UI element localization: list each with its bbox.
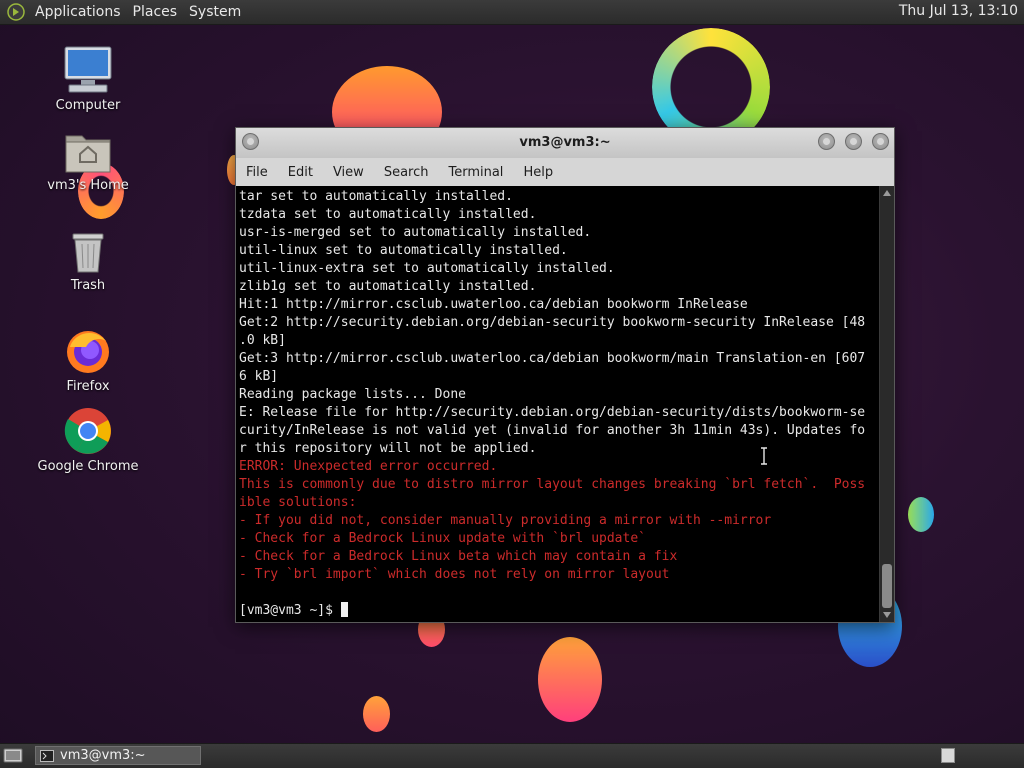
terminal-window: vm3@vm3:~ File Edit View Search Terminal… [235,127,895,623]
scroll-down-arrow-icon[interactable] [883,612,891,618]
close-button[interactable] [872,133,889,150]
desktop-icon-trash[interactable]: Trash [33,228,143,293]
terminal-output-line: usr-is-merged set to automatically insta… [239,225,592,240]
bottom-panel: vm3@vm3:~ [0,743,1024,768]
menu-help[interactable]: Help [513,165,563,180]
window-menubar: File Edit View Search Terminal Help [236,158,894,187]
scroll-thumb[interactable] [882,564,892,608]
desktop-icon-home[interactable]: vm3's Home [33,128,143,193]
terminal-error-line: - Try `brl import` which does not rely o… [239,567,670,582]
terminal-error-line: ERROR: Unexpected error occurred. [239,459,498,474]
desktop-icon-label: Trash [70,278,106,293]
terminal-error-line: - If you did not, consider manually prov… [239,513,772,528]
computer-icon [64,46,112,93]
terminal-error-line: - Check for a Bedrock Linux beta which m… [239,549,678,564]
menu-search[interactable]: Search [374,165,439,180]
menu-terminal[interactable]: Terminal [438,165,513,180]
terminal-output[interactable]: tar set to automatically installed. tzdat… [236,186,879,622]
wallpaper-blue-blob-small [908,497,934,532]
trash-icon [72,233,104,273]
desktop-icon-firefox[interactable]: Firefox [33,327,143,394]
maximize-button[interactable] [845,133,862,150]
terminal-output-line: util-linux set to automatically installe… [239,243,568,258]
taskbar-button-terminal[interactable]: vm3@vm3:~ [35,746,201,765]
shell-prompt: [vm3@vm3 ~]$ [239,603,341,618]
menu-view[interactable]: View [323,165,374,180]
taskbar-button-label: vm3@vm3:~ [60,748,146,763]
show-desktop-icon[interactable] [3,747,23,764]
home-folder-icon [65,135,111,173]
desktop-icon-chrome[interactable]: Google Chrome [33,407,143,474]
firefox-icon [67,331,109,373]
terminal-output-line: curity/InRelease is not valid yet (inval… [239,423,866,438]
system-menu[interactable]: System [183,4,247,20]
desktop-icon-label: Google Chrome [37,459,139,474]
desktop-icon-label: vm3's Home [47,178,129,193]
menu-file[interactable]: File [236,165,278,180]
applications-menu[interactable]: Applications [29,4,127,20]
distro-logo-icon[interactable] [7,3,25,21]
terminal-scrollbar[interactable] [879,186,894,622]
clock[interactable]: Thu Jul 13, 13:10 [899,3,1018,19]
terminal-output-line: Hit:1 http://mirror.csclub.uwaterloo.ca/… [239,297,748,312]
terminal-output-line: tzdata set to automatically installed. [239,207,537,222]
terminal-error-line: ible solutions: [239,495,357,510]
terminal-icon [40,749,54,762]
terminal-output-line: E: Release file for http://security.debi… [239,405,866,420]
window-title: vm3@vm3:~ [519,135,611,150]
wallpaper-orange-blob-bottom [538,637,602,722]
desktop-icon-label: Firefox [66,379,110,394]
terminal-error-line: - Check for a Bedrock Linux update with … [239,531,646,546]
places-menu[interactable]: Places [127,4,184,20]
menu-edit[interactable]: Edit [278,165,323,180]
terminal-output-line: zlib1g set to automatically installed. [239,279,537,294]
desktop-icon-computer[interactable]: Computer [33,46,143,113]
terminal-output-line: .0 kB] [239,333,286,348]
chrome-icon [64,408,111,454]
terminal-error-line: This is commonly due to distro mirror la… [239,477,866,492]
terminal-output-line: r this repository will not be applied. [239,441,537,456]
terminal-prompt-line[interactable]: [vm3@vm3 ~]$ [239,602,879,620]
terminal-output-line: util-linux-extra set to automatically in… [239,261,615,276]
terminal-output-line: 6 kB] [239,369,279,384]
desktop-icon-label: Computer [55,98,121,113]
scroll-up-arrow-icon[interactable] [883,190,891,196]
minimize-button[interactable] [818,133,835,150]
terminal-output-line: Get:3 http://mirror.csclub.uwaterloo.ca/… [239,351,866,366]
workspace-switcher[interactable] [941,748,955,763]
terminal-output-line: tar set to automatically installed. [239,189,513,204]
window-titlebar[interactable]: vm3@vm3:~ [236,128,894,158]
top-panel: Applications Places System Thu Jul 13, 1… [0,0,1024,25]
wallpaper-orange-blob-tiny [363,696,390,732]
terminal-output-line: Get:2 http://security.debian.org/debian-… [239,315,866,330]
terminal-cursor [340,602,348,617]
text-cursor-icon [761,447,767,465]
terminal-output-line: Reading package lists... Done [239,387,466,402]
